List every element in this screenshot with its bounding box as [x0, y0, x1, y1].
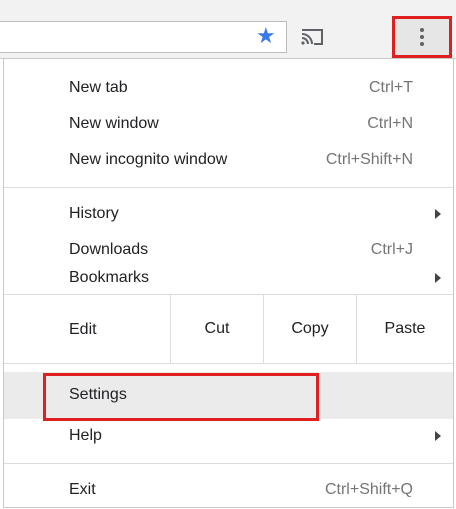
menu-item-shortcut: Ctrl+Shift+N — [325, 151, 413, 168]
submenu-arrow-icon — [435, 431, 441, 441]
cut-button[interactable]: Cut — [170, 295, 263, 363]
menu-item-new-incognito-window[interactable]: New incognito window Ctrl+Shift+N — [4, 143, 453, 179]
menu-item-label: Bookmarks — [69, 269, 150, 286]
menu-item-label: Help — [69, 427, 102, 444]
submenu-arrow-icon — [435, 209, 441, 219]
submenu-arrow-icon — [435, 273, 441, 283]
star-icon[interactable]: ★ — [256, 25, 276, 47]
copy-button[interactable]: Copy — [263, 295, 356, 363]
chrome-menu: New tab Ctrl+T New window Ctrl+N New inc… — [3, 58, 454, 508]
menu-item-label: Downloads — [69, 241, 149, 258]
edit-row: Edit Cut Copy Paste — [4, 294, 453, 364]
menu-item-new-window[interactable]: New window Ctrl+N — [4, 107, 453, 143]
menu-item-bookmarks[interactable]: Bookmarks — [4, 269, 453, 293]
menu-item-downloads[interactable]: Downloads Ctrl+J — [4, 233, 453, 269]
menu-item-shortcut: Ctrl+Shift+Q — [324, 481, 413, 498]
menu-item-help[interactable]: Help — [4, 419, 453, 455]
menu-item-label: New incognito window — [69, 151, 228, 168]
menu-item-label: New tab — [69, 79, 128, 96]
menu-item-label: History — [69, 205, 119, 222]
menu-item-exit[interactable]: Exit Ctrl+Shift+Q — [4, 473, 453, 509]
menu-divider — [4, 187, 453, 188]
settings-highlight-box — [43, 373, 319, 421]
menu-item-label: Exit — [69, 481, 96, 498]
chrome-menu-button[interactable] — [392, 16, 452, 58]
kebab-menu-icon — [420, 28, 424, 46]
menu-item-history[interactable]: History — [4, 197, 453, 233]
address-bar[interactable] — [0, 21, 287, 53]
menu-divider — [4, 463, 453, 464]
menu-item-label: New window — [69, 115, 159, 132]
menu-item-shortcut: Ctrl+N — [367, 115, 413, 132]
menu-item-shortcut: Ctrl+T — [369, 79, 413, 96]
paste-button[interactable]: Paste — [356, 295, 453, 363]
menu-item-shortcut: Ctrl+J — [370, 241, 413, 258]
menu-item-new-tab[interactable]: New tab Ctrl+T — [4, 71, 453, 107]
browser-toolbar: ★ — [0, 0, 456, 59]
edit-label: Edit — [69, 321, 97, 338]
cast-icon[interactable] — [300, 26, 324, 48]
